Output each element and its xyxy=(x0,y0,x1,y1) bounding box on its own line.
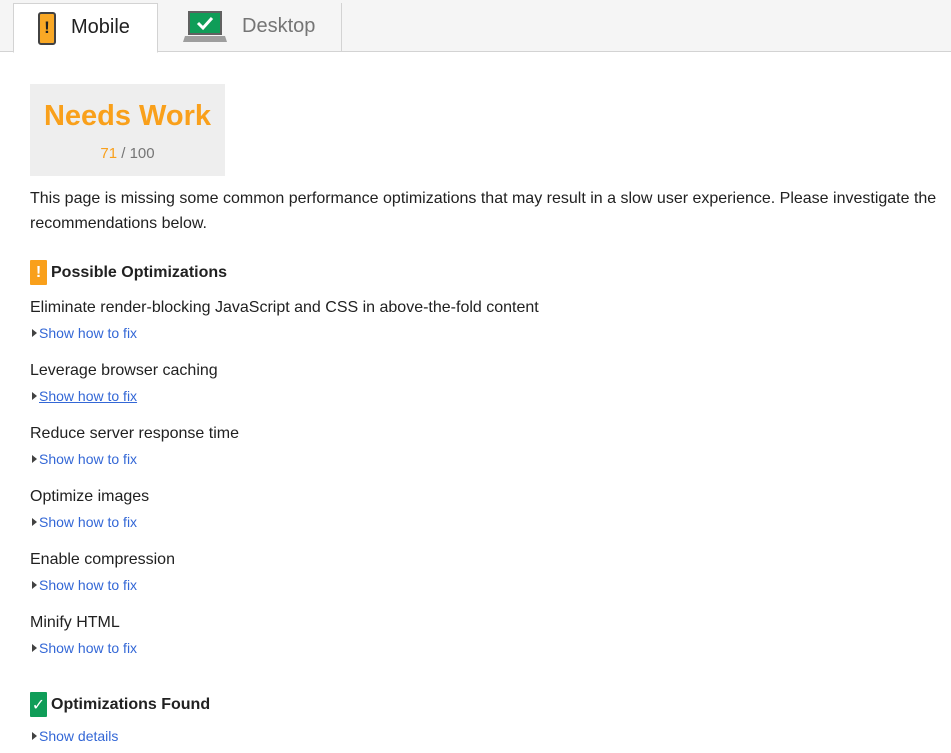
device-tab-bar: ! Mobile Desktop xyxy=(0,0,951,53)
link-text: Show how to fix xyxy=(39,388,138,404)
link-text: Show how to fix xyxy=(39,451,138,467)
warning-icon: ! xyxy=(30,260,47,285)
rule-title: Optimize images xyxy=(30,488,150,505)
link-text: Show how to fix xyxy=(39,325,138,341)
caret-right-icon xyxy=(32,581,37,589)
show-how-to-fix-link[interactable]: Show how to fix xyxy=(30,325,137,341)
show-how-to-fix-link[interactable]: Show how to fix xyxy=(30,514,137,530)
optimizations-found-title: Optimizations Found xyxy=(51,695,211,713)
show-how-to-fix-link[interactable]: Show how to fix xyxy=(30,640,137,656)
rule-title: Eliminate render-blocking JavaScript and… xyxy=(30,299,539,316)
optimizations-found-heading: ✓ Optimizations Found xyxy=(30,692,210,717)
score-summary: Needs Work 71 / 100 xyxy=(30,84,225,176)
link-text: Show how to fix xyxy=(39,640,138,656)
rule-title: Minify HTML xyxy=(30,614,120,631)
tab-mobile-label: Mobile xyxy=(71,16,130,38)
show-how-to-fix-link[interactable]: Show how to fix xyxy=(30,388,137,404)
tab-desktop[interactable]: Desktop xyxy=(158,3,342,52)
caret-right-icon xyxy=(32,644,37,652)
show-how-to-fix-link[interactable]: Show how to fix xyxy=(30,451,137,467)
score-description: This page is missing some common perform… xyxy=(30,190,937,232)
possible-optimizations-title: Possible Optimizations xyxy=(51,263,228,281)
link-text: Show details xyxy=(39,728,119,744)
tab-mobile[interactable]: ! Mobile xyxy=(13,3,158,53)
link-text: Show how to fix xyxy=(39,514,138,530)
show-how-to-fix-link[interactable]: Show how to fix xyxy=(30,577,137,593)
tab-desktop-label: Desktop xyxy=(242,15,316,37)
score-number: 71 / 100 xyxy=(30,145,225,162)
rule-title: Enable compression xyxy=(30,551,175,568)
link-text: Show how to fix xyxy=(39,577,138,593)
show-details-link[interactable]: Show details xyxy=(30,728,118,744)
caret-right-icon xyxy=(32,732,37,740)
desktop-check-icon xyxy=(183,11,227,42)
score-title: Needs Work xyxy=(43,100,212,132)
check-icon: ✓ xyxy=(30,692,47,717)
rule-title: Leverage browser caching xyxy=(30,362,218,379)
caret-right-icon xyxy=(32,329,37,337)
phone-warning-icon: ! xyxy=(38,12,56,45)
caret-right-icon xyxy=(32,455,37,463)
caret-right-icon xyxy=(32,518,37,526)
score-value: 71 xyxy=(100,145,118,162)
possible-optimizations-heading: ! Possible Optimizations xyxy=(30,260,227,285)
caret-right-icon xyxy=(32,392,37,400)
rule-title: Reduce server response time xyxy=(30,425,239,442)
score-max: / 100 xyxy=(121,145,155,162)
